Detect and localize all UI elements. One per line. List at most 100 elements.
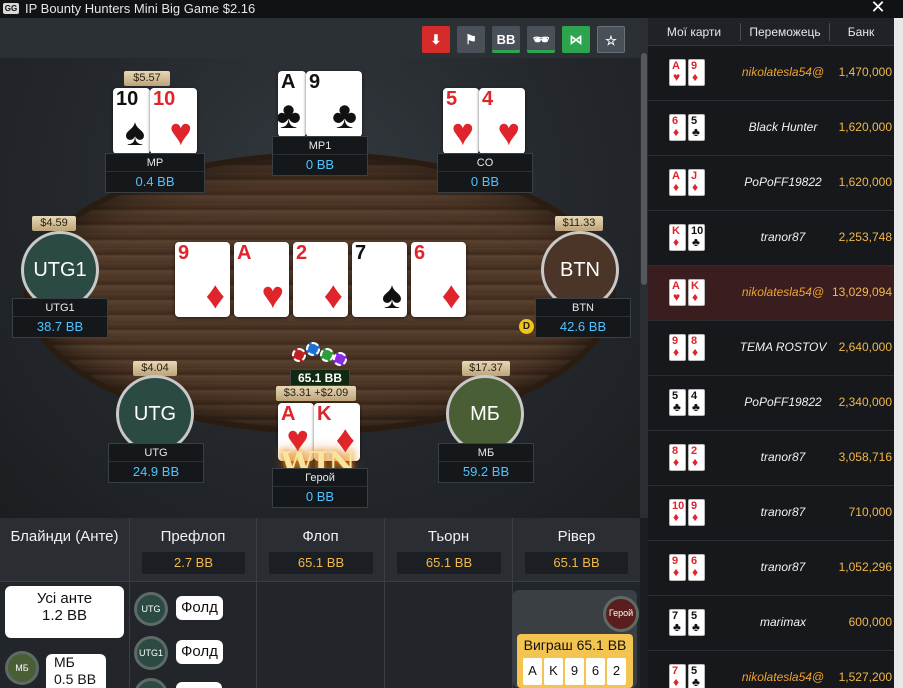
history-row[interactable]: A ♦ J ♦ PoPoFF19822 1,620,000 [648, 156, 894, 211]
hand-card: A [523, 658, 542, 685]
history-row[interactable]: A ♥ 9 ♦ nikolatesla54@ 1,470,000 [648, 46, 894, 101]
mini-card: 7 ♦ [669, 664, 686, 688]
chip-stack-icon [333, 352, 347, 366]
co-card-1: 5 ♥ [443, 88, 479, 154]
mini-card-suit-icon: ♦ [673, 125, 680, 139]
mini-card-suit-icon: ♦ [692, 345, 699, 359]
sb-label: МБ [439, 444, 533, 462]
mini-card-suit-icon: ♣ [692, 400, 700, 414]
turn-pot: 65.1 BB [397, 552, 501, 574]
card-rank: 2 [296, 242, 308, 264]
history-row[interactable]: 7 ♣ 5 ♣ marimax 600,000 [648, 596, 894, 651]
mp1-name-plate: MP1 0 BB [272, 136, 368, 176]
replay-toolbar: ⬇ ⚑ BB 🕶 ⋈ ☆ [0, 18, 640, 58]
utg-action-chip: UTG [134, 592, 168, 626]
btn-name-plate: BTN 42.6 BB [535, 298, 631, 338]
history-winner: nikolatesla54@ [741, 285, 825, 299]
chip-stack-icon [292, 348, 306, 362]
mini-card-suit-icon: ♦ [673, 675, 680, 688]
utg-name-plate: UTG 24.9 BB [108, 443, 204, 483]
card-rank: A [237, 242, 252, 264]
share-icon[interactable]: ⋈ [562, 26, 590, 53]
card-suit-icon: ♠ [124, 112, 145, 154]
sb-post: МБ 0.5 BB [46, 654, 106, 688]
window-edge [894, 18, 903, 688]
ante-box: Усі анте 1.2 BB [5, 586, 124, 638]
preflop-column: Префлоп 2.7 BB UTG Фолд UTG1 Фолд [130, 518, 257, 688]
mp1-label: MP1 [273, 137, 367, 155]
co-name-plate: CO 0 BB [437, 153, 533, 193]
mini-card: 9 ♦ [688, 59, 705, 86]
history-bank: 2,640,000 [838, 340, 892, 354]
mp-name-plate: MP 0.4 BB [105, 153, 205, 193]
mini-card: 2 ♦ [688, 444, 705, 471]
card-rank: 4 [482, 88, 494, 110]
history-bank: 1,470,000 [838, 65, 892, 79]
sb-name-plate: МБ 59.2 BB [438, 443, 534, 483]
history-winner: tranor87 [760, 505, 806, 519]
scrollbar-thumb[interactable] [641, 53, 647, 285]
incognito-icon[interactable]: 🕶 [527, 26, 555, 53]
mini-card-suit-icon: ♦ [692, 180, 699, 194]
co-card-2: 4 ♥ [479, 88, 525, 154]
mini-card: 10 ♣ [688, 224, 705, 251]
card-rank: 7 [355, 242, 367, 264]
next-action [176, 682, 222, 688]
sb-post-value: 0.5 BB [54, 671, 97, 687]
hero-label: Герой [273, 469, 367, 487]
history-winner: nikolatesla54@ [741, 65, 825, 79]
mp1-card-1: A ♣ [278, 71, 306, 137]
flag-icon[interactable]: ⚑ [457, 26, 485, 53]
card-rank: 10 [116, 88, 139, 110]
history-winner: TEMA ROSTOV [739, 340, 827, 354]
star-icon[interactable]: ☆ [597, 26, 625, 53]
mini-card-suit-icon: ♦ [692, 565, 699, 579]
download-icon[interactable]: ⬇ [422, 26, 450, 53]
history-row[interactable]: K ♦ 10 ♣ tranor87 2,253,748 [648, 211, 894, 266]
btn-label: BTN [536, 299, 630, 317]
card-rank: 5 [446, 88, 458, 110]
mini-card: 5 ♣ [688, 609, 705, 636]
mp-label: MP [106, 154, 204, 172]
utg-seat-avatar[interactable]: UTG [116, 375, 194, 453]
table-scrollbar[interactable] [640, 18, 648, 518]
mp1-card-2: 9 ♣ [306, 71, 362, 137]
header-bank[interactable]: Банк [830, 25, 892, 39]
header-winner[interactable]: Переможець [741, 25, 829, 39]
ante-value: 1.2 BB [41, 607, 88, 624]
history-row[interactable]: 9 ♦ 6 ♦ tranor87 1,052,296 [648, 541, 894, 596]
hand-card: 6 [586, 658, 605, 685]
history-row[interactable]: A ♥ K ♦ nikolatesla54@ 13,029,094 [648, 266, 894, 321]
header-my-cards[interactable]: Мої карти [648, 25, 740, 39]
utg-bb: 24.9 BB [132, 464, 180, 479]
history-row[interactable]: 10 ♦ 9 ♦ tranor87 710,000 [648, 486, 894, 541]
mini-card-suit-icon: ♣ [692, 125, 700, 139]
hero-stack: $3.31 +$2.09 [276, 386, 356, 401]
preflop-pot: 2.7 BB [142, 552, 245, 574]
mini-card-suit-icon: ♦ [673, 345, 680, 359]
history-row[interactable]: 6 ♦ 5 ♣ Black Hunter 1,620,000 [648, 101, 894, 156]
mini-card: 8 ♦ [669, 444, 686, 471]
bb-toggle-button[interactable]: BB [492, 26, 520, 53]
history-bank: 1,620,000 [838, 175, 892, 189]
co-label: CO [438, 154, 532, 172]
history-row[interactable]: 8 ♦ 2 ♦ tranor87 3,058,716 [648, 431, 894, 486]
utg-label: UTG [109, 444, 203, 462]
mini-card-suit-icon: ♦ [692, 70, 699, 84]
close-icon[interactable]: ✕ [866, 0, 890, 19]
card-suit-icon: ♥ [451, 112, 474, 154]
mini-card: 10 ♦ [669, 499, 686, 526]
card-suit-icon: ♥ [497, 112, 520, 154]
mini-card-suit-icon: ♦ [692, 510, 699, 524]
history-row[interactable]: 9 ♦ 8 ♦ TEMA ROSTOV 2,640,000 [648, 321, 894, 376]
card-rank: 9 [309, 71, 321, 93]
history-row[interactable]: 5 ♣ 4 ♣ PoPoFF19822 2,340,000 [648, 376, 894, 431]
mini-card: 5 ♣ [688, 664, 705, 688]
sb-seat-avatar[interactable]: МБ [446, 375, 524, 453]
hero-name-plate: Герой 0 BB [272, 468, 368, 508]
mini-card-suit-icon: ♦ [673, 235, 680, 249]
mini-card-suit-icon: ♥ [673, 290, 681, 304]
history-winner: tranor87 [760, 560, 806, 574]
history-row[interactable]: 7 ♦ 5 ♣ nikolatesla54@ 1,527,200 [648, 651, 894, 688]
app-logo: GG [3, 3, 19, 14]
